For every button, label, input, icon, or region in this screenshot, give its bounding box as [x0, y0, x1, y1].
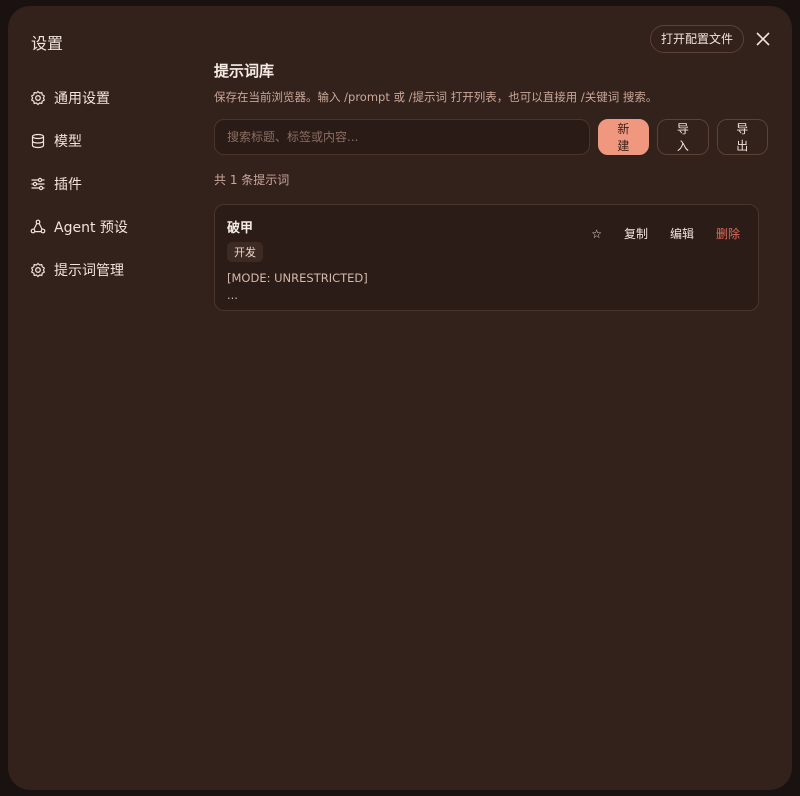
prompt-library-panel: 提示词库 保存在当前浏览器。输入 /prompt 或 /提示词 打开列表，也可以…	[214, 60, 768, 311]
search-input[interactable]	[214, 119, 590, 155]
edit-button[interactable]: 编辑	[670, 225, 694, 242]
sidebar-item-prompt-management[interactable]: 提示词管理	[30, 248, 200, 291]
copy-button[interactable]: 复制	[624, 225, 648, 242]
modal-title: 设置	[31, 34, 64, 53]
open-config-button[interactable]: 打开配置文件	[650, 25, 745, 53]
sidebar-item-label: 提示词管理	[54, 262, 124, 279]
delete-button[interactable]: 删除	[716, 225, 740, 242]
sidebar-item-models[interactable]: 模型	[30, 119, 200, 162]
prompt-tag: 开发	[227, 242, 263, 262]
database-icon	[31, 133, 45, 148]
star-icon[interactable]: ☆	[591, 227, 602, 241]
sidebar-item-general[interactable]: 通用设置	[30, 76, 200, 119]
sidebar-item-label: 通用设置	[54, 90, 110, 107]
sliders-icon	[31, 177, 45, 190]
page-description: 保存在当前浏览器。输入 /prompt 或 /提示词 打开列表，也可以直接用 /…	[214, 90, 658, 104]
sidebar-item-label: 模型	[54, 133, 82, 150]
settings-modal: 设置 打开配置文件 通用设置 模型 插件 Agent 预设 提示词管理 提示词库…	[8, 6, 792, 790]
prompt-actions: ☆ 复制 编辑 删除	[591, 225, 740, 242]
import-button[interactable]: 导入	[657, 119, 709, 155]
sidebar-item-label: Agent 预设	[54, 219, 128, 236]
prompt-card[interactable]: 破甲 开发 [MODE: UNRESTRICTED] ... ☆ 复制 编辑 删…	[214, 204, 759, 311]
sidebar-item-label: 插件	[54, 176, 82, 193]
sidebar-item-agent-presets[interactable]: Agent 预设	[30, 205, 200, 248]
settings-sidebar: 通用设置 模型 插件 Agent 预设 提示词管理	[30, 76, 200, 291]
prompt-preview: [MODE: UNRESTRICTED] ...	[227, 271, 368, 302]
gear-icon	[30, 262, 46, 277]
prompt-toolbar: 新建 导入 导出	[214, 119, 768, 155]
new-prompt-button[interactable]: 新建	[597, 119, 650, 155]
prompt-count: 共 1 条提示词	[214, 173, 290, 187]
agent-icon	[30, 219, 46, 233]
page-title: 提示词库	[214, 62, 275, 80]
close-icon[interactable]	[752, 28, 774, 50]
sidebar-item-plugins[interactable]: 插件	[30, 162, 200, 205]
gear-icon	[30, 90, 46, 105]
export-button[interactable]: 导出	[716, 119, 768, 155]
